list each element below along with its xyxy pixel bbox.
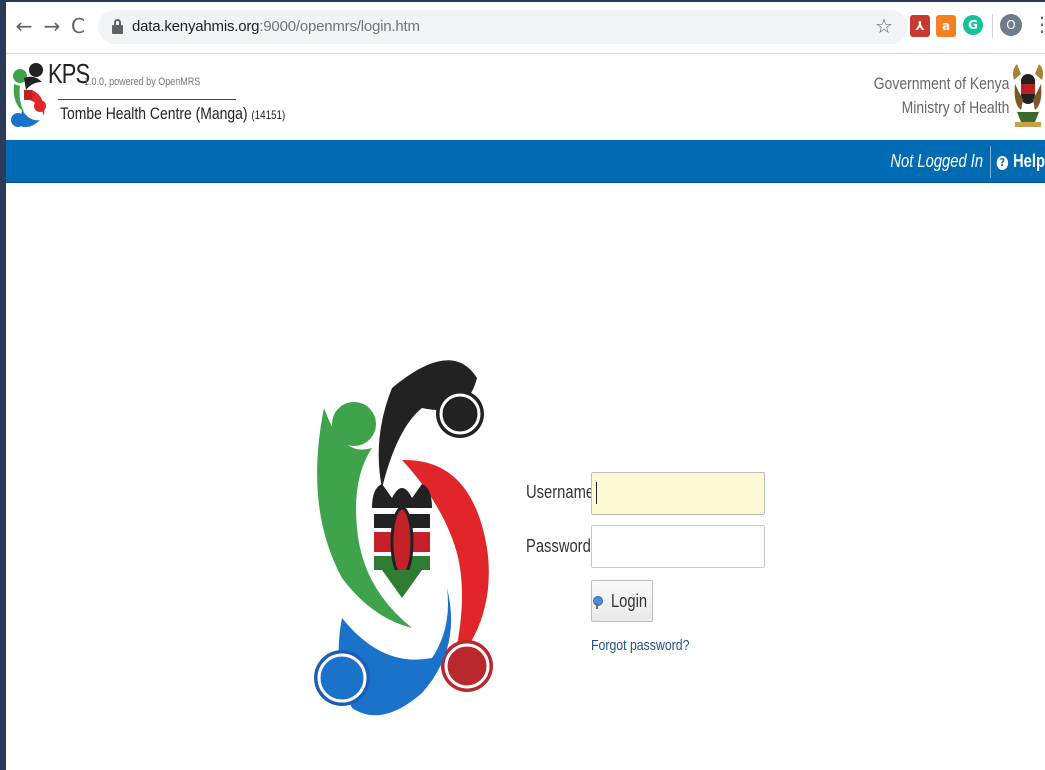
back-icon[interactable]: ← [12,14,36,38]
url-path: :9000/openmrs/login.htm [259,18,420,35]
kenya-emr-logo-icon [314,360,493,716]
url-host: data.kenyahmis.org [132,18,260,35]
login-status: Not Logged In [890,151,983,171]
login-page: Username Password Login Forgot password? [6,184,1045,770]
help-link[interactable]: ? Help [996,151,1045,172]
grammarly-extension-icon[interactable]: G [963,15,983,35]
username-input[interactable] [591,472,765,515]
app-header: KPS 1.0.0, powered by OpenMRS Tombe Heal… [6,54,1045,140]
facility-code: (14151) [251,108,286,122]
key-icon [592,595,603,609]
url-text[interactable]: data.kenyahmis.org:9000/openmrs/login.ht… [132,18,420,35]
bookmark-star-icon[interactable]: ☆ [875,14,893,38]
address-bar[interactable]: data.kenyahmis.org:9000/openmrs/login.ht… [98,10,908,44]
help-icon: ? [996,156,1009,170]
password-input[interactable] [591,525,765,568]
forward-icon[interactable]: → [40,14,64,38]
username-label: Username [526,482,595,502]
text-caret [596,482,597,504]
ministry-line: Ministry of Health [901,98,1009,117]
coat-of-arms-icon [1013,64,1043,127]
facility-name-text: Tombe Health Centre (Manga) [60,104,248,123]
government-line: Government of Kenya [873,74,1009,93]
password-label: Password [526,536,591,556]
forgot-password-link[interactable]: Forgot password? [591,637,689,654]
browser-toolbar: ← → C data.kenyahmis.org:9000/openmrs/lo… [6,2,1045,54]
pdf-extension-icon[interactable]: ⅄ [910,15,930,37]
kps-logo-icon [11,63,46,128]
login-button[interactable]: Login [591,580,653,622]
government-label: Government of Kenya Ministry of Health [873,72,1009,120]
help-label: Help [1013,151,1045,171]
lock-icon[interactable] [112,19,123,34]
facility-name: Tombe Health Centre (Manga) (14151) [60,104,285,124]
reload-icon[interactable]: C [66,14,90,38]
honey-extension-icon[interactable]: a [936,15,956,37]
app-version: 1.0.0, powered by OpenMRS [84,76,201,88]
profile-avatar[interactable]: O [1000,14,1022,36]
toolbar-divider [992,14,993,38]
login-button-label: Login [610,590,648,611]
top-nav-bar: Not Logged In ? Help [6,140,1045,183]
header-divider [58,99,236,100]
nav-divider [990,146,991,178]
browser-menu-icon[interactable]: ⋮ [1032,12,1045,36]
